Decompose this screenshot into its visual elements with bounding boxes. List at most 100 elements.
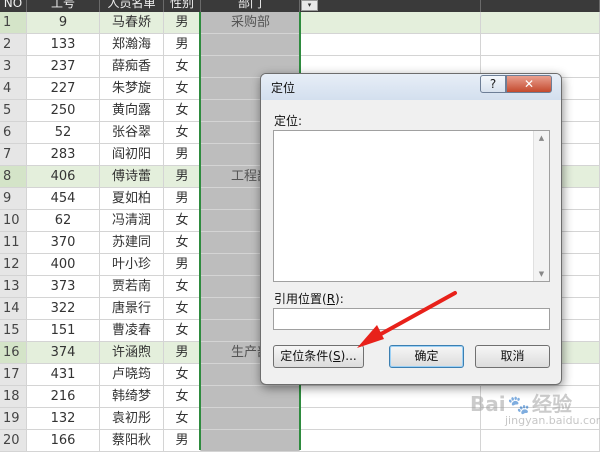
employee-name-cell[interactable]: 蔡阳秋 — [100, 430, 164, 452]
dialog-titlebar[interactable]: 定位 ? ✕ — [261, 74, 561, 100]
col-header-dept[interactable]: 部门 — [201, 0, 300, 12]
employee-id-cell[interactable]: 431 — [27, 364, 100, 386]
gender-cell[interactable]: 女 — [164, 78, 201, 100]
employee-id-cell[interactable]: 52 — [27, 122, 100, 144]
employee-id-cell[interactable]: 250 — [27, 100, 100, 122]
help-icon[interactable]: ? — [480, 75, 506, 93]
employee-name-cell[interactable]: 贾若南 — [100, 276, 164, 298]
employee-id-cell[interactable]: 166 — [27, 430, 100, 452]
gender-cell[interactable]: 男 — [164, 188, 201, 210]
employee-name-cell[interactable]: 唐景行 — [100, 298, 164, 320]
department-cell[interactable] — [201, 430, 300, 452]
employee-name-cell[interactable]: 朱梦旋 — [100, 78, 164, 100]
filter-dropdown-icon[interactable]: ▾ — [301, 0, 318, 11]
employee-id-cell[interactable]: 400 — [27, 254, 100, 276]
empty-cell[interactable] — [481, 430, 600, 452]
employee-id-cell[interactable]: 227 — [27, 78, 100, 100]
empty-cell[interactable] — [300, 430, 481, 452]
employee-id-cell[interactable]: 374 — [27, 342, 100, 364]
scroll-down-icon[interactable]: ▼ — [534, 267, 549, 281]
gender-cell[interactable]: 女 — [164, 100, 201, 122]
employee-name-cell[interactable]: 许涵煦 — [100, 342, 164, 364]
row-number[interactable]: 14 — [0, 298, 27, 320]
col-header-no[interactable]: NO — [0, 0, 27, 12]
employee-id-cell[interactable]: 237 — [27, 56, 100, 78]
row-number[interactable]: 1 — [0, 12, 27, 34]
row-number[interactable]: 9 — [0, 188, 27, 210]
row-number[interactable]: 11 — [0, 232, 27, 254]
listbox-scrollbar[interactable]: ▲ ▼ — [533, 131, 549, 281]
gender-cell[interactable]: 女 — [164, 408, 201, 430]
row-number[interactable]: 12 — [0, 254, 27, 276]
gender-cell[interactable]: 男 — [164, 342, 201, 364]
employee-id-cell[interactable]: 151 — [27, 320, 100, 342]
employee-name-cell[interactable]: 叶小珍 — [100, 254, 164, 276]
ok-button[interactable]: 确定 — [389, 345, 464, 368]
col-header-sex[interactable]: 性别 — [164, 0, 201, 12]
col-header-f[interactable] — [481, 0, 600, 12]
employee-id-cell[interactable]: 454 — [27, 188, 100, 210]
employee-name-cell[interactable]: 袁初彤 — [100, 408, 164, 430]
close-icon[interactable]: ✕ — [506, 75, 552, 93]
empty-cell[interactable] — [481, 12, 600, 34]
row-number[interactable]: 7 — [0, 144, 27, 166]
row-number[interactable]: 16 — [0, 342, 27, 364]
employee-name-cell[interactable]: 韩绮梦 — [100, 386, 164, 408]
employee-name-cell[interactable]: 苏建同 — [100, 232, 164, 254]
employee-id-cell[interactable]: 370 — [27, 232, 100, 254]
employee-name-cell[interactable]: 傅诗蕾 — [100, 166, 164, 188]
row-number[interactable]: 20 — [0, 430, 27, 452]
gender-cell[interactable]: 男 — [164, 254, 201, 276]
reference-input[interactable] — [273, 308, 550, 330]
empty-cell[interactable] — [481, 34, 600, 56]
row-number[interactable]: 5 — [0, 100, 27, 122]
empty-cell[interactable] — [300, 386, 481, 408]
employee-id-cell[interactable]: 406 — [27, 166, 100, 188]
employee-name-cell[interactable]: 郑瀚海 — [100, 34, 164, 56]
row-number[interactable]: 8 — [0, 166, 27, 188]
row-number[interactable]: 4 — [0, 78, 27, 100]
col-header-e[interactable] — [300, 0, 481, 12]
gender-cell[interactable]: 女 — [164, 364, 201, 386]
empty-cell[interactable] — [300, 408, 481, 430]
row-number[interactable]: 19 — [0, 408, 27, 430]
employee-name-cell[interactable]: 曹凌春 — [100, 320, 164, 342]
gender-cell[interactable]: 男 — [164, 430, 201, 452]
employee-id-cell[interactable]: 216 — [27, 386, 100, 408]
col-header-id[interactable]: 工号 — [27, 0, 100, 12]
employee-id-cell[interactable]: 283 — [27, 144, 100, 166]
empty-cell[interactable] — [300, 12, 481, 34]
empty-cell[interactable] — [300, 34, 481, 56]
gender-cell[interactable]: 女 — [164, 122, 201, 144]
employee-name-cell[interactable]: 夏如柏 — [100, 188, 164, 210]
goto-special-button[interactable]: 定位条件(S)... — [273, 345, 364, 368]
employee-name-cell[interactable]: 马春娇 — [100, 12, 164, 34]
employee-name-cell[interactable]: 阎初阳 — [100, 144, 164, 166]
department-cell[interactable] — [201, 408, 300, 430]
department-cell[interactable] — [201, 386, 300, 408]
employee-id-cell[interactable]: 132 — [27, 408, 100, 430]
employee-id-cell[interactable]: 9 — [27, 12, 100, 34]
employee-name-cell[interactable]: 张谷翠 — [100, 122, 164, 144]
gender-cell[interactable]: 女 — [164, 56, 201, 78]
department-cell[interactable] — [201, 34, 300, 56]
row-number[interactable]: 13 — [0, 276, 27, 298]
gender-cell[interactable]: 女 — [164, 320, 201, 342]
employee-name-cell[interactable]: 卢晓筠 — [100, 364, 164, 386]
gender-cell[interactable]: 女 — [164, 276, 201, 298]
row-number[interactable]: 18 — [0, 386, 27, 408]
row-number[interactable]: 3 — [0, 56, 27, 78]
employee-name-cell[interactable]: 黄向露 — [100, 100, 164, 122]
gender-cell[interactable]: 男 — [164, 34, 201, 56]
goto-listbox[interactable]: ▲ ▼ — [273, 130, 550, 282]
employee-id-cell[interactable]: 373 — [27, 276, 100, 298]
row-number[interactable]: 2 — [0, 34, 27, 56]
scroll-up-icon[interactable]: ▲ — [534, 131, 549, 145]
cancel-button[interactable]: 取消 — [475, 345, 550, 368]
gender-cell[interactable]: 女 — [164, 298, 201, 320]
gender-cell[interactable]: 女 — [164, 210, 201, 232]
gender-cell[interactable]: 男 — [164, 144, 201, 166]
gender-cell[interactable]: 男 — [164, 166, 201, 188]
employee-id-cell[interactable]: 62 — [27, 210, 100, 232]
employee-name-cell[interactable]: 冯清润 — [100, 210, 164, 232]
